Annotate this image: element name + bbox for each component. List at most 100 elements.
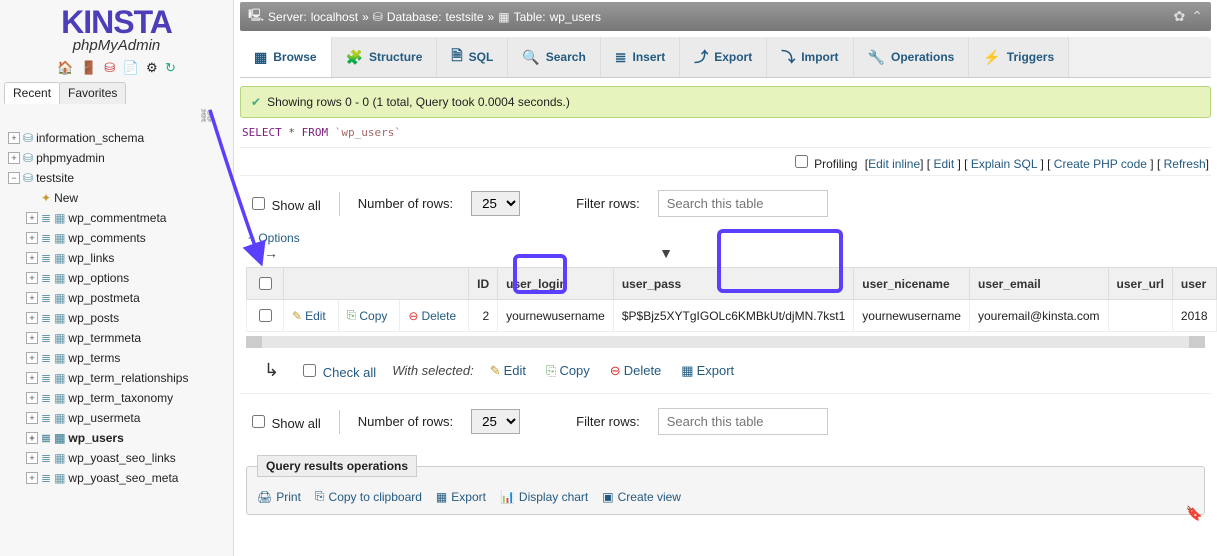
bc-table[interactable]: wp_users [550,10,601,24]
tree-db-information-schema[interactable]: + ⛁ information_schema [6,128,233,148]
col-user-email[interactable]: user_email [969,268,1108,300]
profiling-checkbox[interactable] [795,155,808,168]
cell-user-url[interactable] [1108,300,1172,332]
expand-icon[interactable]: + [26,472,38,484]
gear-icon[interactable]: ⚙ [146,60,158,75]
check-all-checkbox[interactable] [303,364,316,377]
header-checkbox[interactable] [259,277,272,290]
cell-user-login[interactable]: yournewusername [498,300,614,332]
col-user-url[interactable]: user_url [1108,268,1172,300]
expand-icon[interactable]: + [26,372,38,384]
expand-icon[interactable]: + [26,412,38,424]
scroll-left-icon[interactable] [246,336,262,348]
tree-table-wp-postmeta[interactable]: +≣▦wp_postmeta [6,288,233,308]
tab-favorites[interactable]: Favorites [59,82,126,104]
settings-icon[interactable]: ✿ [1174,8,1186,25]
expand-icon[interactable]: + [26,232,38,244]
tree-table-wp-options[interactable]: +≣▦wp_options [6,268,233,288]
tab-recent[interactable]: Recent [4,82,60,104]
explain-sql-link[interactable]: Explain SQL [971,157,1037,171]
expand-icon[interactable]: + [26,392,38,404]
tab-operations[interactable]: 🔧Operations [854,37,970,77]
home-icon[interactable]: 🏠 [57,60,73,75]
tree-db-testsite[interactable]: − ⛁ testsite [6,168,233,188]
expand-icon[interactable]: + [26,252,38,264]
tree-new[interactable]: ✦ New [6,188,233,208]
bc-server[interactable]: localhost [311,10,358,24]
arrow-left-icon[interactable]: ← [248,245,262,261]
tree-db-phpmyadmin[interactable]: + ⛁ phpmyadmin [6,148,233,168]
tab-triggers[interactable]: ⚡Triggers [969,37,1069,77]
check-all-option[interactable]: Check all [299,361,376,380]
cell-user-nicename[interactable]: yournewusername [854,300,970,332]
expand-icon[interactable]: + [26,352,38,364]
docs-icon[interactable]: 📄 [122,60,138,75]
expand-icon[interactable]: + [26,312,38,324]
expand-icon[interactable]: + [26,212,38,224]
tree-table-wp-usermeta[interactable]: +≣▦wp_usermeta [6,408,233,428]
profiling-option[interactable]: Profiling [791,157,858,171]
ws-edit[interactable]: ✎Edit [490,363,526,379]
tab-structure[interactable]: 🧩Structure [332,37,438,77]
tab-import[interactable]: ⤵Import [767,37,853,77]
ws-delete[interactable]: ⊖Delete [610,363,661,379]
create-php-link[interactable]: Create PHP code [1054,157,1147,171]
expand-icon[interactable]: + [26,292,38,304]
ws-export[interactable]: ▦Export [681,363,734,379]
expand-icon[interactable]: + [26,432,38,444]
arrow-right-icon[interactable]: → [264,245,278,261]
col-user-pass[interactable]: user_pass [613,268,853,300]
ops-create-view[interactable]: ▣Create view [602,489,681,504]
row-edit-link[interactable]: ✎Edit [292,309,326,323]
tab-search[interactable]: 🔍Search [508,37,600,77]
show-all-checkbox[interactable] [252,197,265,210]
expand-icon[interactable]: + [8,152,20,164]
horizontal-scrollbar[interactable] [246,336,1205,348]
expand-icon[interactable]: + [26,332,38,344]
col-user-nicename[interactable]: user_nicename [854,268,970,300]
reload-icon[interactable]: ↻ [165,60,176,75]
num-rows-select[interactable]: 25 [471,191,520,216]
ops-copy-clipboard[interactable]: ⎘Copy to clipboard [315,489,422,504]
col-user-login[interactable]: user_login [498,268,614,300]
link-chain-icon[interactable]: ⛓ [0,108,233,128]
tree-table-wp-term-taxonomy[interactable]: +≣▦wp_term_taxonomy [6,388,233,408]
bc-db[interactable]: testsite [446,10,484,24]
row-copy-link[interactable]: ⎘Copy [347,308,388,323]
bookmark-icon[interactable]: 🔖 [1186,505,1203,522]
tree-table-wp-termmeta[interactable]: +≣▦wp_termmeta [6,328,233,348]
filter-input[interactable] [658,190,828,217]
refresh-link[interactable]: Refresh [1164,157,1206,171]
row-checkbox[interactable] [259,309,272,322]
cell-user-pass[interactable]: $P$Bjz5XYTgIGOLc6KMBkUt/djMN.7kst1 [613,300,853,332]
chevron-down-icon[interactable]: ▼ [659,245,673,261]
expand-icon[interactable]: + [8,132,20,144]
tree-table-wp-term-relationships[interactable]: +≣▦wp_term_relationships [6,368,233,388]
scroll-right-icon[interactable] [1189,336,1205,348]
ops-display-chart[interactable]: 📊Display chart [500,489,588,504]
edit-inline-link[interactable]: Edit inline [868,157,920,171]
collapse-panel-icon[interactable]: ⌃ [1191,8,1203,25]
col-user-more[interactable]: user [1172,268,1216,300]
tab-sql[interactable]: 🗎SQL [437,37,508,77]
row-delete-link[interactable]: ⊖Delete [408,309,456,323]
tree-table-wp-comments[interactable]: +≣▦wp_comments [6,228,233,248]
ops-print[interactable]: 🖨Print [257,489,301,504]
num-rows-select[interactable]: 25 [471,409,520,434]
check-all-label[interactable]: Check all [323,365,376,380]
filter-input[interactable] [658,408,828,435]
cell-user-more[interactable]: 2018 [1172,300,1216,332]
extra-options-toggle[interactable]: + Options [248,231,300,245]
collapse-icon[interactable]: − [8,172,20,184]
show-all-checkbox[interactable] [252,415,265,428]
ops-export[interactable]: ▦Export [436,489,486,504]
cell-id[interactable]: 2 [469,300,498,332]
tree-table-wp-yoast-seo-links[interactable]: +≣▦wp_yoast_seo_links [6,448,233,468]
show-all-option[interactable]: Show all [248,412,321,431]
status-icon[interactable]: ⛁ [104,60,115,75]
tree-table-wp-posts[interactable]: +≣▦wp_posts [6,308,233,328]
exit-icon[interactable]: 🚪 [81,60,97,75]
edit-link[interactable]: Edit [933,157,954,171]
tree-table-wp-commentmeta[interactable]: +≣▦wp_commentmeta [6,208,233,228]
expand-icon[interactable]: + [26,272,38,284]
